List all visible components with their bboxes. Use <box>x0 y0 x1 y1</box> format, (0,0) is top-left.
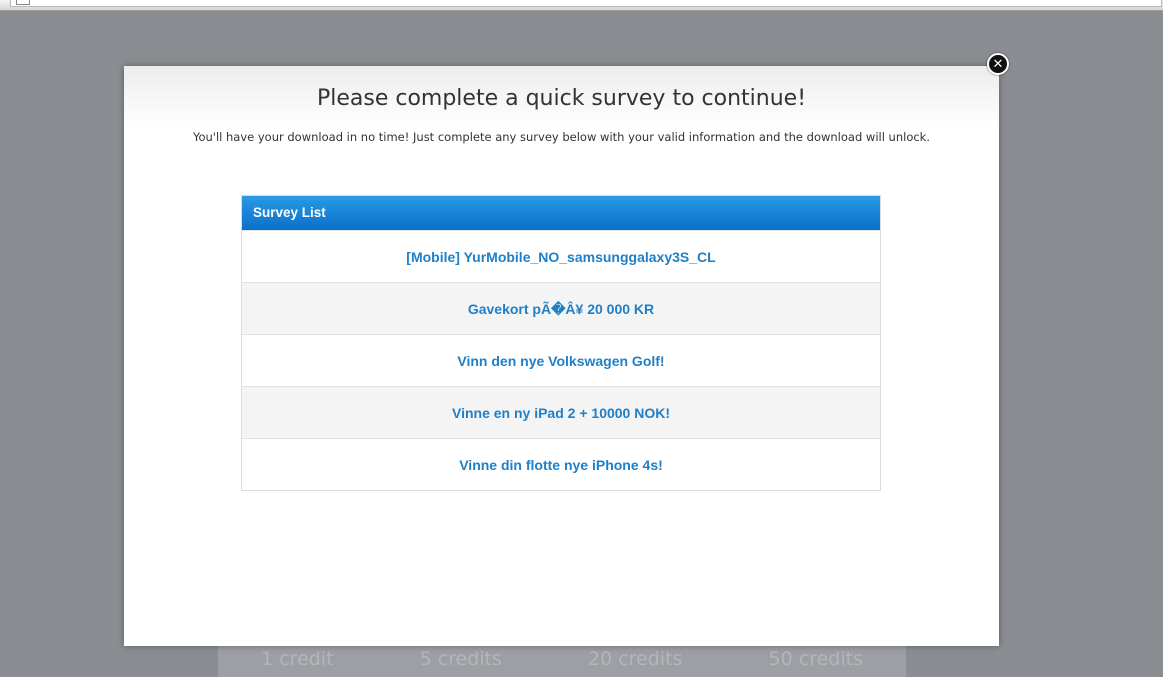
credit-option[interactable]: 5 credits <box>420 648 502 670</box>
page-icon <box>16 0 30 5</box>
survey-link[interactable]: Gavekort pÃ�Â¥ 20 000 KR <box>468 301 654 317</box>
survey-link[interactable]: Vinne din flotte nye iPhone 4s! <box>459 457 663 473</box>
survey-list-header: Survey List <box>242 196 880 230</box>
credit-option[interactable]: 20 credits <box>588 648 682 670</box>
survey-row: [Mobile] YurMobile_NO_samsunggalaxy3S_CL <box>242 230 880 282</box>
survey-row: Vinne din flotte nye iPhone 4s! <box>242 438 880 490</box>
survey-modal: Please complete a quick survey to contin… <box>124 66 999 646</box>
survey-link[interactable]: Vinn den nye Volkswagen Golf! <box>457 353 664 369</box>
survey-row: Gavekort pÃ�Â¥ 20 000 KR <box>242 282 880 334</box>
survey-row: Vinn den nye Volkswagen Golf! <box>242 334 880 386</box>
survey-row: Vinne en ny iPad 2 + 10000 NOK! <box>242 386 880 438</box>
browser-toolbar <box>0 0 1163 11</box>
survey-list: Survey List [Mobile] YurMobile_NO_samsun… <box>241 195 881 491</box>
browser-address-bar[interactable] <box>10 0 1162 7</box>
credit-option[interactable]: 50 credits <box>769 648 863 670</box>
modal-title: Please complete a quick survey to contin… <box>316 86 807 111</box>
credit-option[interactable]: 1 credit <box>261 648 333 670</box>
modal-subtitle: You'll have your download in no time! Ju… <box>192 130 931 144</box>
survey-link[interactable]: Vinne en ny iPad 2 + 10000 NOK! <box>452 405 670 421</box>
survey-link[interactable]: [Mobile] YurMobile_NO_samsunggalaxy3S_CL <box>406 249 715 265</box>
close-icon[interactable]: ✕ <box>987 53 1009 75</box>
